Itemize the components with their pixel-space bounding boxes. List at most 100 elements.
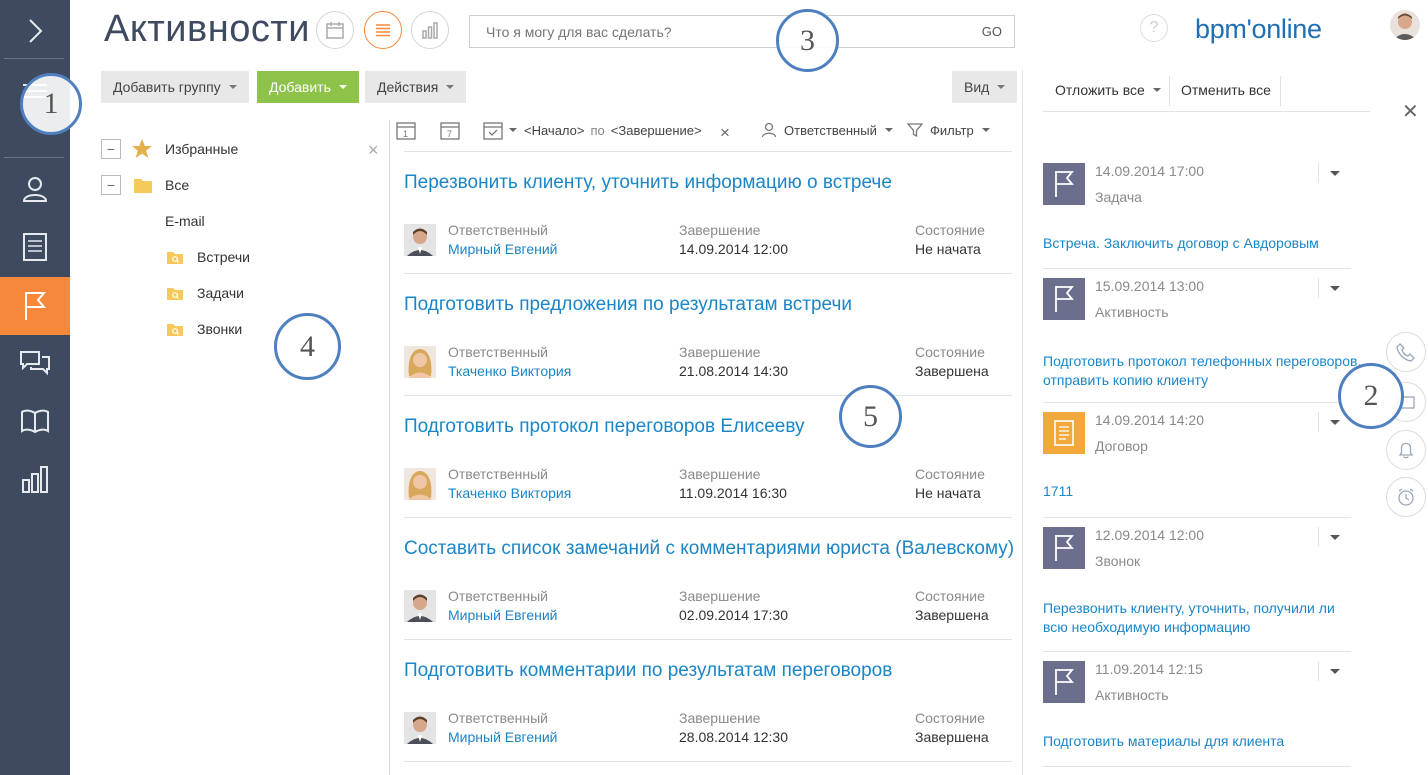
activity-title-link[interactable]: Подготовить комментарии по результатам п… bbox=[404, 660, 892, 682]
sidebar-divider bbox=[4, 58, 64, 59]
actions-button[interactable]: Действия bbox=[365, 71, 467, 103]
activity-title-link[interactable]: Составить список замечаний с комментария… bbox=[404, 538, 1014, 560]
notification-menu-chevron-icon[interactable] bbox=[1318, 527, 1350, 547]
cancel-all-button[interactable]: Отменить все bbox=[1181, 82, 1271, 98]
notification-menu-chevron-icon[interactable] bbox=[1318, 278, 1350, 298]
person-icon bbox=[761, 122, 777, 138]
owner-filter-button[interactable]: Ответственный bbox=[761, 122, 893, 138]
activity-title-link[interactable]: Перезвонить клиенту, уточнить информацию… bbox=[404, 172, 892, 194]
status-column: Состояние Завершена bbox=[915, 710, 989, 745]
owner-avatar bbox=[404, 468, 436, 500]
filter-period-calendar-button[interactable] bbox=[483, 120, 517, 140]
sidebar-expand-chevron-icon[interactable] bbox=[0, 2, 70, 60]
search-input[interactable] bbox=[470, 16, 930, 47]
notification-link[interactable]: Подготовить протокол телефонных перегово… bbox=[1043, 352, 1363, 390]
owner-column: Ответственный Мирный Евгений bbox=[448, 710, 558, 745]
status-column: Состояние Не начата bbox=[915, 466, 985, 501]
chevron-down-icon bbox=[884, 128, 893, 132]
owner-link[interactable]: Мирный Евгений bbox=[448, 729, 558, 745]
right-panel-divider bbox=[1022, 70, 1023, 775]
analytics-view-button[interactable] bbox=[411, 11, 449, 49]
add-button[interactable]: Добавить bbox=[257, 71, 359, 103]
folder-meetings[interactable]: Встречи bbox=[166, 245, 250, 269]
help-button[interactable]: ? bbox=[1140, 14, 1168, 42]
folder-tasks[interactable]: Задачи bbox=[166, 281, 244, 305]
owner-avatar bbox=[404, 224, 436, 256]
folder-favorites[interactable]: − Избранные bbox=[101, 137, 238, 161]
owner-label: Ответственный bbox=[448, 344, 548, 360]
owner-link[interactable]: Ткаченко Виктория bbox=[448, 363, 571, 379]
right-panel-header-line bbox=[1043, 111, 1370, 112]
phone-icon[interactable] bbox=[1386, 332, 1426, 372]
filter-button[interactable]: Фильтр bbox=[907, 122, 990, 138]
activity-title-link[interactable]: Подготовить предложения по результатам в… bbox=[404, 294, 852, 316]
folder-all[interactable]: − Все bbox=[101, 173, 189, 197]
chevron-down-icon bbox=[228, 85, 237, 89]
due-value: 14.09.2014 12:00 bbox=[679, 241, 788, 257]
notification-item: 12.09.2014 12:00 Звонок Перезвонить клиент… bbox=[1043, 527, 1351, 652]
user-profile-avatar[interactable] bbox=[1390, 10, 1420, 40]
calendar-view-button[interactable] bbox=[316, 11, 354, 49]
filter-week-calendar-icon[interactable]: 7 bbox=[440, 120, 460, 140]
status-column: Состояние Завершена bbox=[915, 344, 989, 379]
notification-link[interactable]: Перезвонить клиенту, уточнить, получили … bbox=[1043, 599, 1363, 637]
owner-column: Ответственный Мирный Евгений bbox=[448, 588, 558, 623]
view-label: Вид bbox=[964, 79, 990, 95]
actions-label: Действия bbox=[377, 79, 439, 95]
activity-card: Составить список замечаний с комментария… bbox=[404, 518, 1014, 640]
sidebar-activities-flag-icon[interactable] bbox=[0, 277, 70, 335]
sidebar-accounts-icon[interactable] bbox=[0, 218, 70, 276]
bpmonline-logo: bpm'online bbox=[1195, 14, 1322, 44]
filter-day-calendar-icon[interactable]: 1 bbox=[396, 120, 416, 140]
alarm-clock-icon[interactable] bbox=[1386, 477, 1426, 517]
owner-filter-label: Ответственный bbox=[784, 122, 877, 138]
filter-bar: 1 7 <Начало> по <Завершение> × Ответстве… bbox=[394, 116, 1014, 146]
sidebar-knowledge-book-icon[interactable] bbox=[0, 392, 70, 450]
sidebar-dashboards-chart-icon[interactable] bbox=[0, 450, 70, 508]
bar-chart-icon bbox=[422, 22, 438, 39]
callout-marker: 5 bbox=[839, 385, 902, 448]
document-icon bbox=[1043, 412, 1085, 454]
list-view-button[interactable] bbox=[364, 11, 402, 49]
bell-icon[interactable] bbox=[1386, 430, 1426, 470]
status-value: Завершена bbox=[915, 729, 989, 745]
postpone-all-button[interactable]: Отложить все bbox=[1055, 82, 1161, 98]
due-label: Завершение bbox=[679, 344, 761, 360]
notification-item: 15.09.2014 13:00 Активность Подготовить пр… bbox=[1043, 278, 1361, 403]
activity-title-link[interactable]: Подготовить протокол переговоров Елисеев… bbox=[404, 416, 805, 438]
close-panel-icon[interactable]: ✕ bbox=[1402, 99, 1419, 124]
callout-marker: 4 bbox=[274, 313, 341, 380]
owner-link[interactable]: Ткаченко Виктория bbox=[448, 485, 571, 501]
flag-icon bbox=[1043, 163, 1085, 205]
owner-column: Ответственный Ткаченко Виктория bbox=[448, 344, 571, 379]
sidebar-contacts-icon[interactable] bbox=[0, 160, 70, 218]
status-label: Состояние bbox=[915, 344, 985, 360]
folder-label: Звонки bbox=[197, 321, 243, 337]
notification-menu-chevron-icon[interactable] bbox=[1318, 661, 1350, 681]
notification-menu-chevron-icon[interactable] bbox=[1318, 163, 1350, 183]
funnel-icon bbox=[907, 123, 923, 138]
owner-label: Ответственный bbox=[448, 222, 548, 238]
sidebar-feed-chat-icon[interactable] bbox=[0, 334, 70, 392]
clear-period-close-icon[interactable]: × bbox=[720, 123, 730, 143]
add-group-button[interactable]: Добавить группу bbox=[101, 71, 249, 103]
notification-link[interactable]: 1711 bbox=[1043, 482, 1363, 501]
owner-avatar bbox=[404, 590, 436, 622]
folder-email[interactable]: E-mail bbox=[165, 209, 205, 233]
due-label: Завершение bbox=[679, 466, 761, 482]
notification-link[interactable]: Встреча. Заключить договор с Авдоровым bbox=[1043, 234, 1363, 253]
view-button[interactable]: Вид bbox=[952, 71, 1018, 103]
period-range[interactable]: <Начало> по <Завершение> bbox=[524, 123, 702, 138]
owner-column: Ответственный Ткаченко Виктория bbox=[448, 466, 571, 501]
collapse-toggle[interactable]: − bbox=[101, 175, 121, 195]
close-favorites-icon[interactable]: × bbox=[368, 140, 379, 161]
folder-calls[interactable]: Звонки bbox=[166, 317, 242, 341]
chevron-down-icon bbox=[997, 85, 1006, 89]
collapse-toggle[interactable]: − bbox=[101, 139, 121, 159]
right-toolbar-divider bbox=[1169, 76, 1170, 106]
owner-link[interactable]: Мирный Евгений bbox=[448, 241, 558, 257]
owner-label: Ответственный bbox=[448, 466, 548, 482]
owner-link[interactable]: Мирный Евгений bbox=[448, 607, 558, 623]
notification-link[interactable]: Подготовить материалы для клиента bbox=[1043, 732, 1363, 751]
search-go-button[interactable]: GO bbox=[982, 24, 1002, 39]
